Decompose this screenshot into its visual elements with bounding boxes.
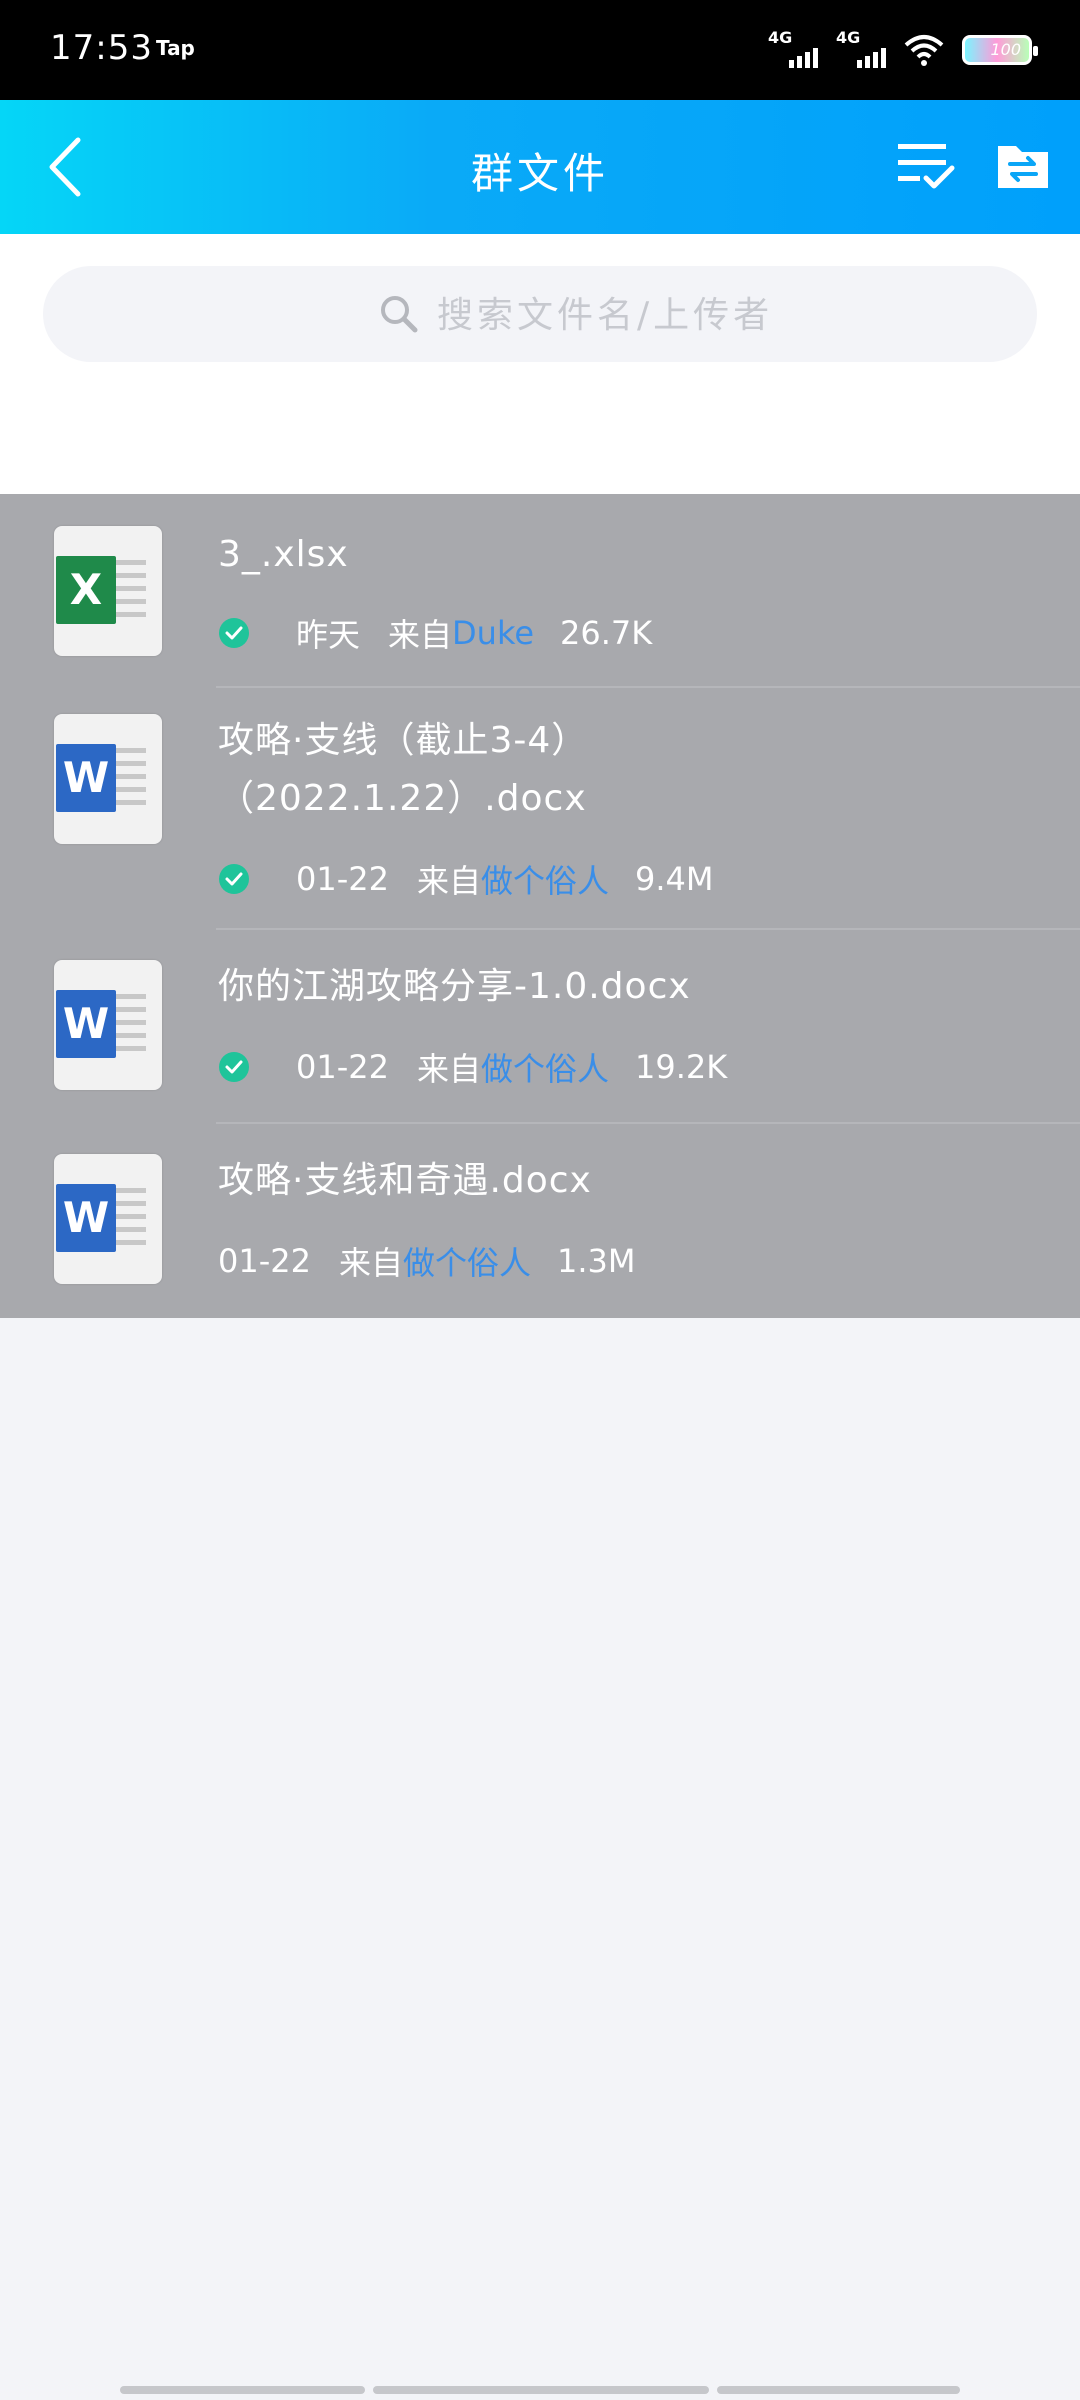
file-size: 26.7K xyxy=(560,614,653,652)
file-row[interactable]: W 你的江湖攻略分享-1.0.docx 01-22 来自 做个俗人 19.2K xyxy=(0,930,1080,1124)
file-meta: 01-22 来自 做个俗人 9.4M xyxy=(218,856,714,902)
status-app-indicator: Tap xyxy=(156,36,195,60)
check-circle-icon xyxy=(219,1052,249,1082)
file-size: 9.4M xyxy=(635,860,714,898)
app-header: 群文件 xyxy=(0,100,1080,234)
file-from-label: 来自 xyxy=(416,1050,481,1088)
folder-transfer-icon xyxy=(998,146,1048,188)
status-icons: 4G 4G 100 xyxy=(768,28,1038,68)
file-uploader-link[interactable]: 做个俗人 xyxy=(403,1238,531,1284)
signal-1-icon: 4G xyxy=(768,28,818,68)
file-row[interactable]: W 攻略·支线和奇遇.docx 01-22 来自 做个俗人 1.3M xyxy=(0,1124,1080,1318)
file-name: 你的江湖攻略分享-1.0.docx xyxy=(218,966,691,1007)
gesture-indicators xyxy=(120,2386,960,2394)
file-type-badge: W xyxy=(56,990,116,1058)
file-date: 01-22 xyxy=(296,1048,389,1086)
folder-transfer-button[interactable] xyxy=(996,140,1050,192)
status-time: 17:53 xyxy=(50,28,153,68)
signal-2-icon: 4G xyxy=(836,28,886,68)
search-box[interactable] xyxy=(43,266,1037,362)
file-from-label: 来自 xyxy=(388,616,453,654)
signal-1-label: 4G xyxy=(768,28,793,47)
file-name: 攻略·支线（截止3-4）（2022.1.22）.docx xyxy=(218,720,589,819)
word-file-icon: W xyxy=(54,714,162,844)
file-row[interactable]: X 3_.xlsx 昨天 来自 Duke 26.7K xyxy=(0,494,1080,688)
file-uploader-link[interactable]: Duke xyxy=(452,614,534,652)
battery-level: 100 xyxy=(990,40,1021,59)
check-circle-icon xyxy=(219,618,249,648)
file-name: 攻略·支线和奇遇.docx xyxy=(218,1160,592,1201)
file-meta: 昨天 来自 Duke 26.7K xyxy=(218,610,652,656)
file-meta: 01-22 来自 做个俗人 19.2K xyxy=(218,1044,727,1090)
check-circle-icon xyxy=(219,864,249,894)
file-date: 01-22 xyxy=(218,1242,311,1280)
file-size: 1.3M xyxy=(557,1242,636,1280)
search-area xyxy=(0,234,1080,494)
file-from-label: 来自 xyxy=(416,862,481,900)
file-from-label: 来自 xyxy=(338,1244,403,1282)
file-meta: 01-22 来自 做个俗人 1.3M xyxy=(218,1238,636,1284)
signal-2-label: 4G xyxy=(836,28,861,47)
file-uploader-link[interactable]: 做个俗人 xyxy=(481,1044,609,1090)
wifi-icon xyxy=(904,35,944,66)
multi-select-button[interactable] xyxy=(896,138,956,196)
list-check-icon xyxy=(898,144,955,189)
file-type-badge: W xyxy=(56,744,116,812)
word-file-icon: W xyxy=(54,960,162,1090)
excel-file-icon: X xyxy=(54,526,162,656)
file-row[interactable]: W 攻略·支线（截止3-4）（2022.1.22）.docx 01-22 来自 … xyxy=(0,688,1080,930)
file-list: X 3_.xlsx 昨天 来自 Duke 26.7K W 攻略·支线（截止3-4… xyxy=(0,494,1080,1318)
file-type-badge: X xyxy=(56,556,116,624)
search-input[interactable] xyxy=(435,290,999,340)
file-type-badge: W xyxy=(56,1184,116,1252)
file-date: 昨天 xyxy=(296,616,361,654)
file-name: 3_.xlsx xyxy=(218,534,349,575)
search-icon xyxy=(381,296,418,333)
status-bar: 17:53 Tap 4G 4G 100 xyxy=(0,0,1080,100)
battery-icon: 100 xyxy=(962,35,1038,65)
word-file-icon: W xyxy=(54,1154,162,1284)
file-uploader-link[interactable]: 做个俗人 xyxy=(481,856,609,902)
file-size: 19.2K xyxy=(635,1048,728,1086)
file-date: 01-22 xyxy=(296,860,389,898)
